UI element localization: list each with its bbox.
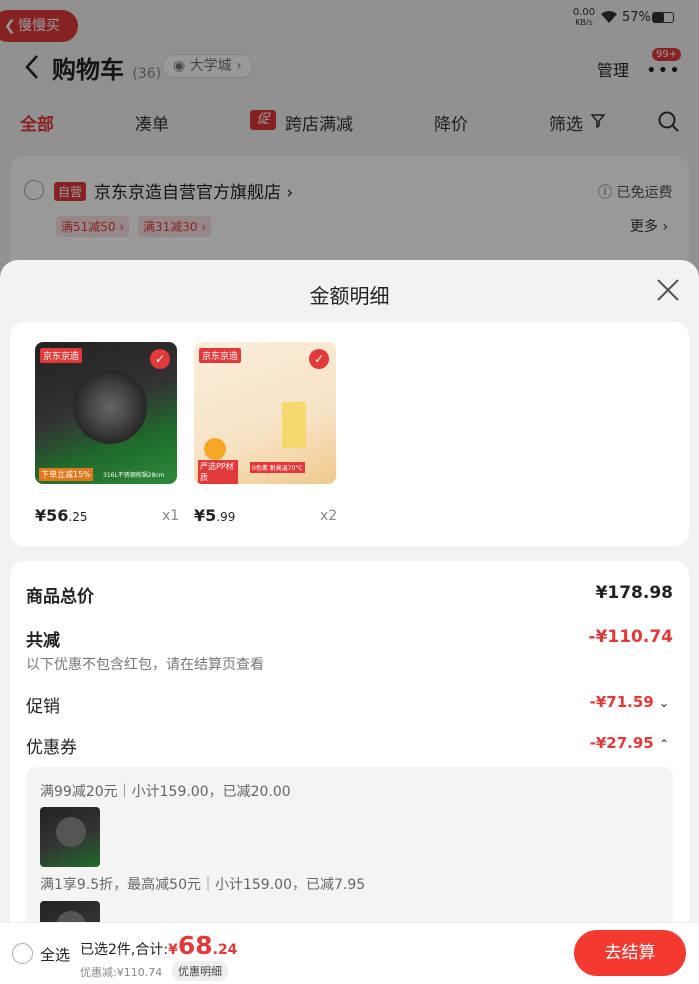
orange-image [204, 438, 226, 460]
selected-total: 已选2件,合计:¥68.24 [80, 931, 238, 960]
total-value: ¥178.98 [595, 583, 673, 603]
product-qty: x2 [320, 508, 338, 524]
breakdown-card: 商品总价 ¥178.98 共减 -¥110.74 以下优惠不包含红包，请在结算页… [10, 561, 689, 961]
product-thumb-text: 0色素 耐高温70°C [250, 462, 305, 473]
coupon-detail-line: 满99减20元｜小计159.00，已减20.00 [40, 784, 291, 800]
juice-glass-image [282, 402, 306, 448]
brand-label: 京东京造 [40, 348, 83, 363]
product-qty: x1 [162, 508, 180, 524]
checkout-button[interactable]: 去结算 [574, 930, 686, 976]
products-card: 京东京造 下单立减15% 316L不锈钢煎锅28cm ✓ ¥56.25 x1 京… [10, 322, 689, 546]
discount-note: 以下优惠不包含红包，请在结算页查看 [26, 657, 264, 673]
total-label: 商品总价 [26, 587, 94, 607]
brand-label: 京东京造 [199, 348, 242, 363]
product-promo: 严选PP材质 [198, 460, 238, 484]
sheet-title: 金额明细 [309, 284, 390, 308]
pan-image [73, 370, 147, 444]
product-thumb-text: 316L不锈钢煎锅28cm [103, 472, 165, 479]
discount-value: -¥110.74 [588, 627, 674, 647]
close-icon[interactable] [654, 276, 682, 304]
selected-check-icon: ✓ [150, 349, 170, 369]
pan-image [56, 817, 86, 847]
product-price: ¥5.99 [194, 506, 236, 525]
product-thumbnail-pan[interactable]: 京东京造 下单立减15% 316L不锈钢煎锅28cm ✓ [35, 342, 177, 484]
discount-label: 共减 [26, 631, 60, 651]
coupon-label: 优惠券 [26, 738, 77, 758]
saved-amount: 优惠减:¥110.74 [80, 966, 163, 979]
coupon-detail-line: 满1享9.5折，最高减50元｜小计159.00，已减7.95 [40, 877, 366, 893]
promo-row[interactable]: -¥71.59 ⌄ [590, 693, 669, 711]
chevron-up-icon: ⌃ [658, 737, 669, 751]
chevron-down-icon: ⌄ [658, 696, 669, 710]
select-all-label[interactable]: 全选 [40, 944, 70, 965]
selected-check-icon: ✓ [309, 349, 329, 369]
product-price: ¥56.25 [35, 506, 88, 525]
coupon-product-thumb [40, 807, 100, 867]
discount-detail-button[interactable]: 优惠明细 [172, 961, 228, 981]
product-thumbnail-straw[interactable]: 京东京造 严选PP材质 0色素 耐高温70°C ✓ [194, 342, 336, 484]
coupon-row[interactable]: -¥27.95 ⌃ [590, 734, 669, 752]
select-all-radio[interactable] [12, 943, 33, 964]
promo-label: 促销 [26, 697, 60, 717]
product-promo: 下单立减15% [39, 468, 93, 481]
